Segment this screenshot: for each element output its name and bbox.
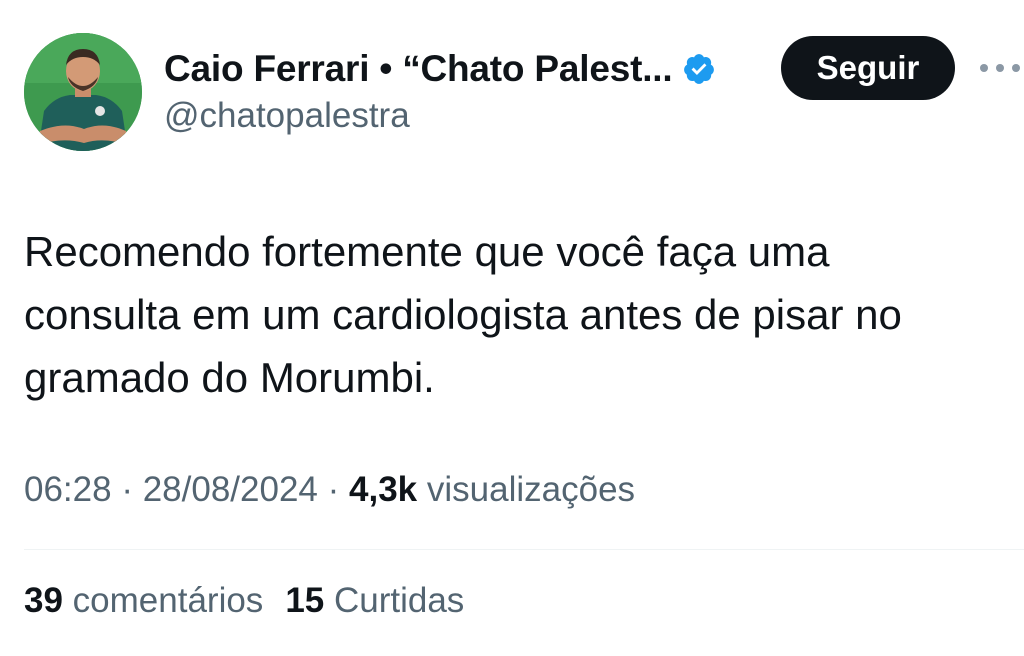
follow-button[interactable]: Seguir bbox=[781, 36, 955, 100]
tweet-line: gramado do Morumbi. bbox=[24, 354, 435, 401]
tweet-line: Recomendo fortemente que você faça uma bbox=[24, 228, 830, 275]
display-name-text: Caio Ferrari • “Chato Palest... bbox=[164, 48, 673, 89]
author-display-name[interactable]: Caio Ferrari • “Chato Palest... bbox=[164, 44, 716, 94]
likes-count: 15 bbox=[285, 581, 325, 620]
dot bbox=[1012, 64, 1020, 72]
tweet-text: Recomendo fortemente que você faça uma c… bbox=[24, 220, 1004, 409]
meta-separator: · bbox=[327, 470, 340, 509]
tweet-time[interactable]: 06:28 bbox=[24, 470, 112, 509]
likes-stat[interactable]: 15 Curtidas bbox=[285, 581, 464, 620]
dot bbox=[996, 64, 1004, 72]
comments-count: 39 bbox=[24, 581, 63, 620]
views-count: 4,3k bbox=[349, 470, 418, 509]
meta-separator: · bbox=[121, 470, 133, 509]
avatar[interactable] bbox=[24, 33, 142, 151]
divider bbox=[24, 549, 1024, 550]
dot bbox=[980, 64, 988, 72]
comments-stat[interactable]: 39 comentários bbox=[24, 581, 263, 620]
verified-badge-icon bbox=[682, 52, 716, 86]
engagement-stats: 39 comentários 15 Curtidas bbox=[24, 581, 464, 621]
tweet-line: consulta em um cardiologista antes de pi… bbox=[24, 291, 902, 338]
avatar-image bbox=[24, 33, 142, 151]
likes-label: Curtidas bbox=[333, 581, 465, 620]
tweet-date[interactable]: 28/08/2024 bbox=[143, 470, 318, 509]
more-options-icon[interactable] bbox=[980, 58, 1020, 78]
views-label: visualizações bbox=[426, 470, 636, 509]
comments-label: comentários bbox=[72, 581, 264, 620]
author-handle[interactable]: @chatopalestra bbox=[164, 96, 410, 136]
tweet-metadata: 06:28 · 28/08/2024 · 4,3k visualizações bbox=[24, 470, 635, 510]
